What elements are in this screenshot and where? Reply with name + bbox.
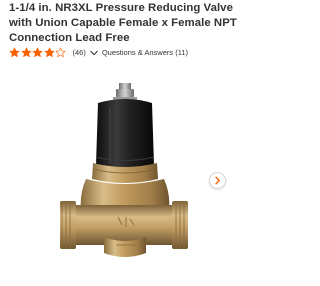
product-title: 1-1/4 in. NR3XL Pressure Reducing Valve … [9, 2, 237, 44]
chevron-down-icon[interactable] [90, 50, 98, 56]
star-icon [32, 47, 43, 57]
product-image-gallery[interactable] [0, 67, 250, 286]
star-rating [9, 47, 67, 59]
star-icon [55, 47, 66, 57]
star-icon [21, 47, 31, 57]
rating-row[interactable]: (46) Questions & Answers (11) [9, 46, 188, 59]
chevron-right-icon [215, 176, 220, 185]
star-icon [9, 47, 20, 57]
next-image-button[interactable] [209, 172, 226, 189]
review-count[interactable]: (46) [73, 48, 86, 57]
questions-answers-link[interactable]: Questions & Answers (11) [102, 48, 188, 57]
star-icon [44, 47, 54, 57]
